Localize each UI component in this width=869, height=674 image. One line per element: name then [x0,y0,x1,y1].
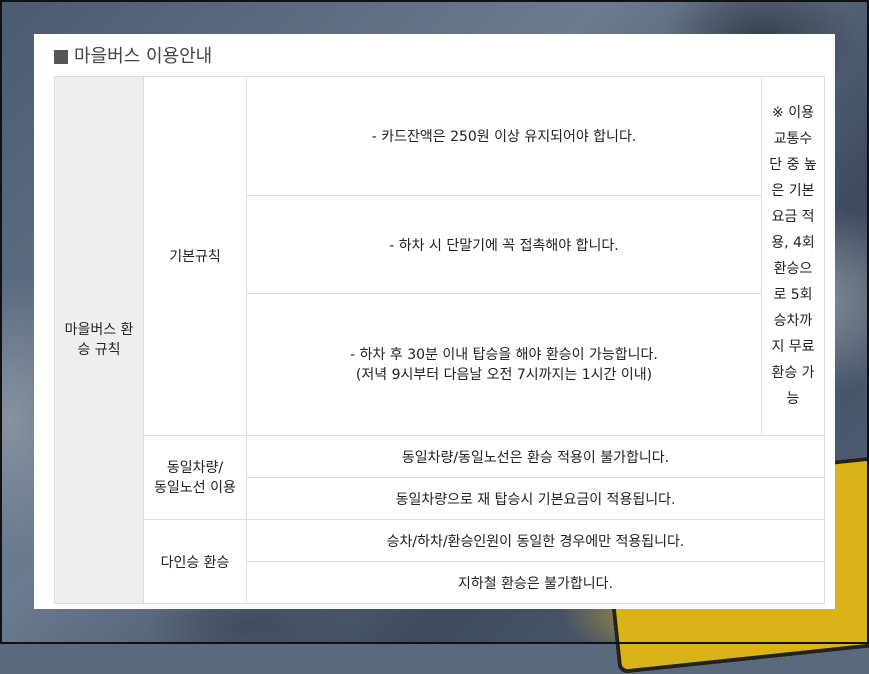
table-row: 동일차량/ 동일노선 이용 동일차량/동일노선은 환승 적용이 불가합니다. [55,435,825,520]
rule-cell: 승차/하차/환승인원이 동일한 경우에만 적용됩니다. [246,519,825,562]
table-row: 다인승 환승 승차/하차/환승인원이 동일한 경우에만 적용됩니다. [55,519,825,604]
note-line: 요금 적 [771,209,815,225]
note-line: ※ 이용 [772,105,814,121]
section-header: 마을버스 이용안내 [54,42,824,72]
rule-cell: - 하차 시 단말기에 꼭 접촉해야 합니다. [246,195,762,294]
group-label-line: 동일차량/ [166,459,224,476]
table-row: 마을버스 환 승 규칙 기본규칙 - 카드잔액은 250원 이상 유지되어야 합… [54,76,825,604]
note-cell: ※ 이용 교통수 단 중 높 은 기본 요금 적 용, 4회 환승으 로 5회 … [761,76,825,436]
note-line: 지 무료 [771,339,815,355]
square-bullet-icon [54,50,68,64]
rule-text: - 하차 후 30분 이내 탑승을 해야 환승이 가능합니다. [350,346,658,363]
group-label-same-vehicle: 동일차량/ 동일노선 이용 [143,435,247,520]
rule-cell: 지하철 환승은 불가합니다. [246,561,825,604]
note-line: 환승 가 [771,365,815,381]
note-line: 은 기본 [771,183,815,199]
rule-cell: 동일차량/동일노선은 환승 적용이 불가합니다. [246,435,825,478]
rule-cell: 동일차량으로 재 탑승시 기본요금이 적용됩니다. [246,477,825,520]
note-line: 단 중 높 [769,157,817,173]
section-label-line: 마을버스 환 [64,322,134,338]
group-label-multi-person: 다인승 환승 [143,519,247,604]
group-label-line: 동일노선 이용 [154,479,236,496]
transfer-rules-table: 마을버스 환 승 규칙 기본규칙 - 카드잔액은 250원 이상 유지되어야 합… [54,76,825,604]
note-line: 로 5회 [773,287,813,303]
section-label-line: 승 규칙 [77,342,121,358]
rule-cell: - 하차 후 30분 이내 탑승을 해야 환승이 가능합니다. (저녁 9시부터… [246,293,762,436]
rule-cell: - 카드잔액은 250원 이상 유지되어야 합니다. [246,76,762,196]
group-label-basic-rules: 기본규칙 [143,76,247,436]
rule-subtext: (저녁 9시부터 다음날 오전 7시까지는 1시간 이내) [355,366,653,383]
page-title: 마을버스 이용안내 [74,46,213,67]
section-label-cell: 마을버스 환 승 규칙 [54,76,144,604]
note-line: 용, 4회 [771,235,815,251]
note-line: 교통수 [773,131,813,147]
info-card: 마을버스 이용안내 마을버스 환 승 규칙 기본규칙 - 카드잔액은 250원 … [34,34,835,609]
note-line: 환승으 [773,261,813,277]
note-line: 승차까 [773,313,813,329]
note-line: 능 [786,391,800,407]
